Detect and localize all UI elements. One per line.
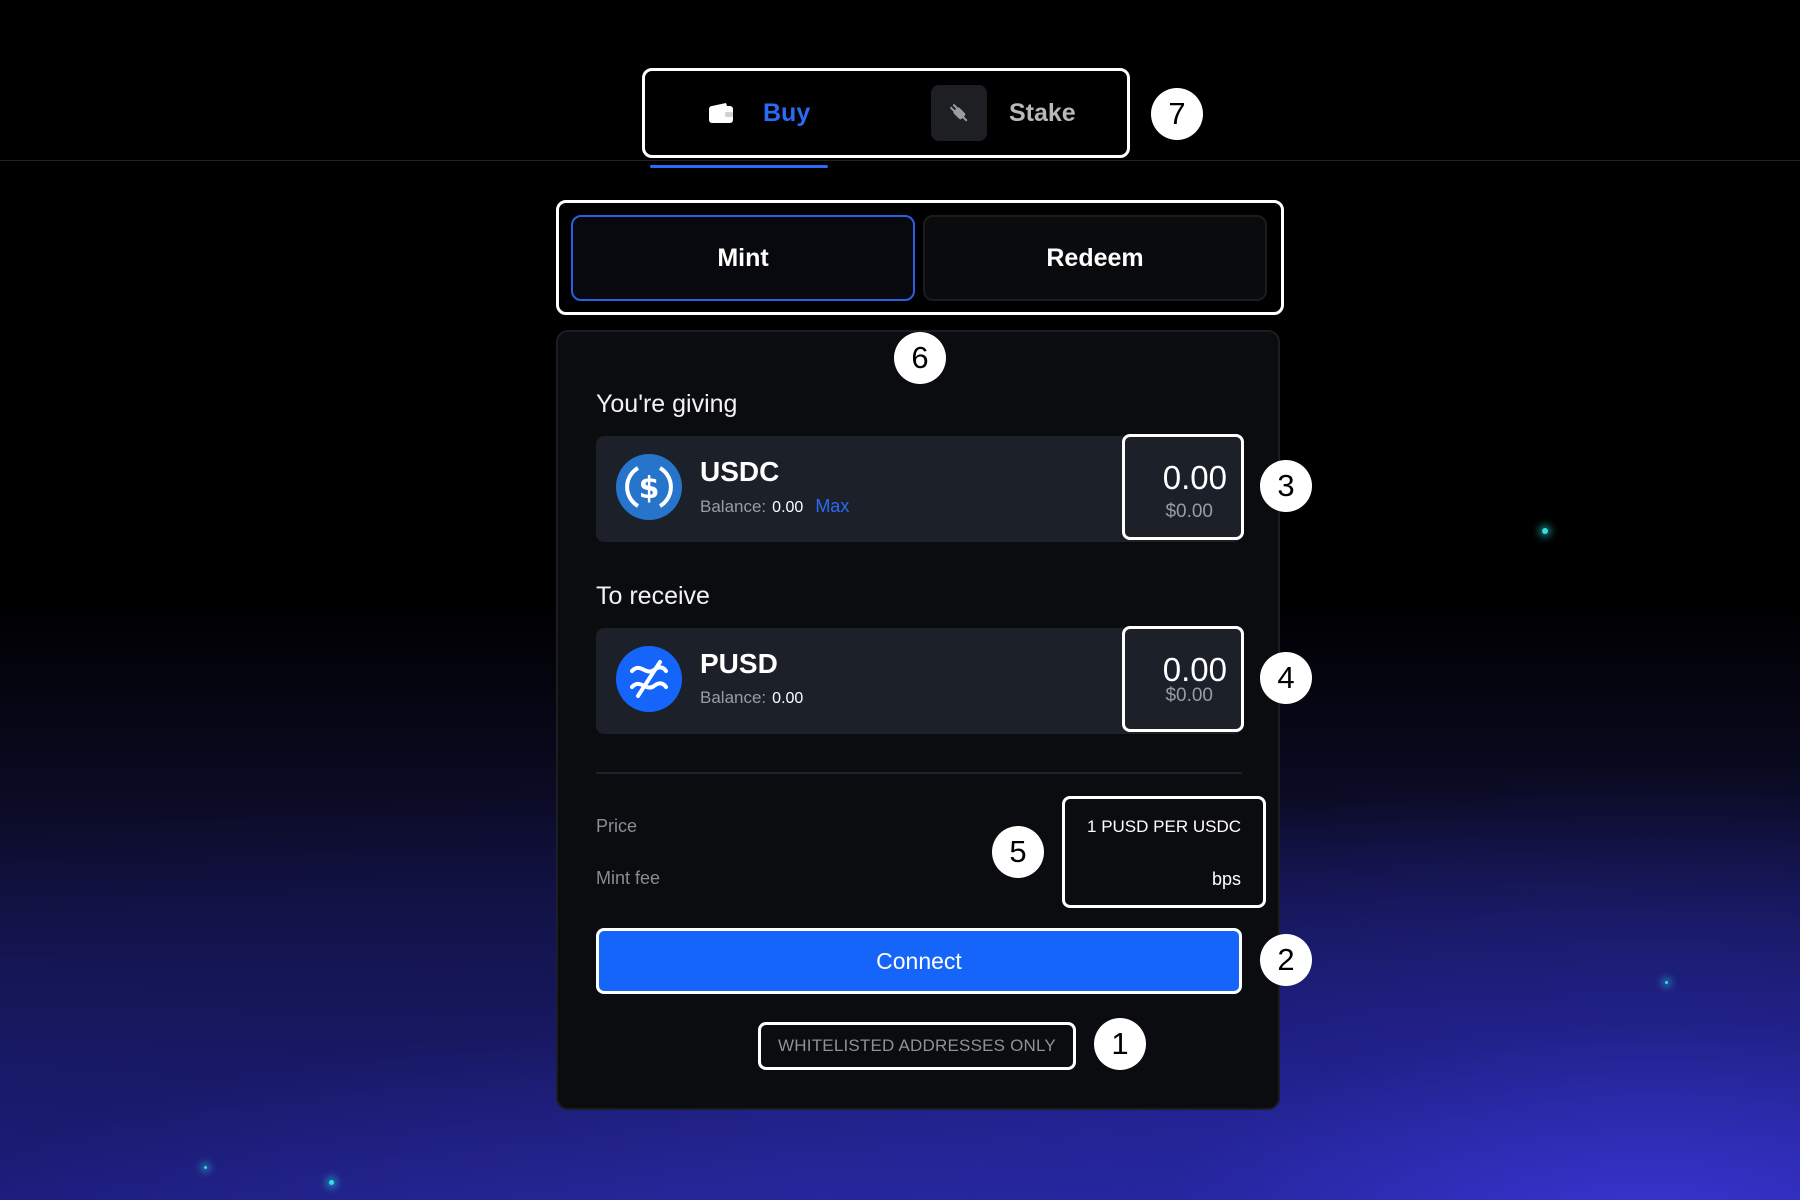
tab-stake[interactable]: Stake [931, 71, 1076, 155]
receive-label: To receive [596, 582, 710, 610]
connect-button[interactable]: Connect [596, 928, 1242, 994]
receive-balance: Balance: 0.00 [700, 688, 803, 708]
star-glow [1665, 981, 1668, 984]
top-nav: Buy Stake [642, 68, 1130, 158]
usdc-icon: $ [616, 454, 682, 520]
svg-text:$: $ [639, 471, 660, 506]
max-button[interactable]: Max [815, 496, 849, 516]
giving-amount-value: 0.00 [1162, 459, 1227, 496]
annotation-badge-3: 3 [1260, 460, 1312, 512]
tab-buy-label: Buy [763, 98, 811, 127]
annotation-badge-7: 7 [1151, 88, 1203, 140]
receive-balance-label: Balance: [700, 688, 767, 707]
price-fee-values: 1 PUSD PER USDC bps [1062, 796, 1266, 908]
header-divider [0, 160, 1800, 161]
whitelist-notice: WHITELISTED ADDRESSES ONLY [758, 1022, 1076, 1070]
giving-balance: Balance: 0.00 Max [700, 496, 849, 517]
mint-fee-label: Mint fee [596, 868, 661, 888]
giving-amount-input[interactable]: 0.00 $0.00 [1122, 434, 1244, 540]
star-glow [329, 1180, 334, 1185]
wallet-icon [693, 85, 749, 141]
plug-icon [931, 85, 987, 141]
receive-amount-value: 0.00 [1162, 651, 1227, 688]
annotation-badge-1: 1 [1094, 1018, 1146, 1070]
star-glow [204, 1166, 207, 1169]
receive-token-name: PUSD [700, 648, 778, 679]
annotation-badge-6: 6 [894, 332, 946, 384]
pusd-icon [616, 646, 682, 712]
price-label: Price [596, 816, 638, 836]
giving-amount-usd: $0.00 [1165, 501, 1213, 522]
mint-fee-value: bps [1211, 869, 1241, 889]
swap-card: 6 You're giving $ USDC Balance: 0.00 Max 0… [556, 330, 1312, 1110]
receive-amount-usd: $0.00 [1165, 685, 1213, 706]
mint-button[interactable]: Mint [571, 215, 915, 301]
giving-token-name: USDC [700, 456, 780, 487]
mode-switch: Mint Redeem [556, 200, 1284, 315]
receive-amount-display[interactable]: 0.00 $0.00 [1122, 626, 1244, 732]
star-glow [1542, 528, 1548, 534]
giving-balance-value: 0.00 [772, 499, 804, 516]
price-value: 1 PUSD PER USDC [1087, 817, 1241, 836]
tab-stake-label: Stake [1009, 98, 1076, 127]
receive-balance-value: 0.00 [772, 690, 804, 707]
annotation-badge-5: 5 [992, 826, 1044, 878]
card-divider [596, 772, 1242, 774]
tab-buy[interactable]: Buy [693, 71, 810, 155]
active-tab-indicator [650, 165, 828, 168]
annotation-badge-2: 2 [1260, 934, 1312, 986]
giving-label: You're giving [596, 390, 738, 418]
annotation-badge-4: 4 [1260, 652, 1312, 704]
redeem-button[interactable]: Redeem [923, 215, 1267, 301]
giving-balance-label: Balance: [700, 497, 767, 516]
